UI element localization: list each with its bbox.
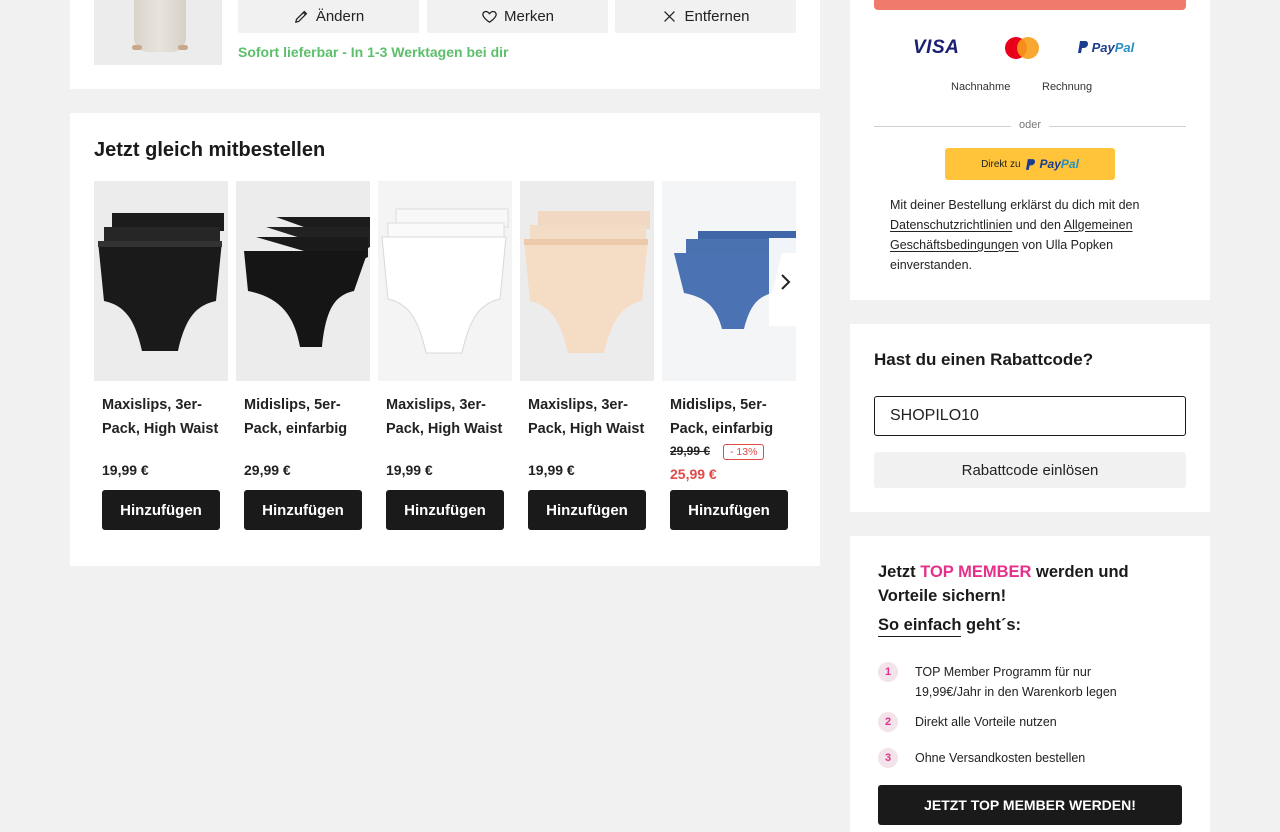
paypal-direct-pal: Pal: [1060, 157, 1079, 171]
carousel-next-button[interactable]: [769, 238, 801, 326]
member-title-highlight: TOP MEMBER: [920, 563, 1032, 581]
become-member-button[interactable]: JETZT TOP MEMBER WERDEN!: [878, 785, 1182, 825]
paypal-logo: PayPal: [1078, 40, 1134, 55]
paypal-icon: [1025, 158, 1035, 170]
legal-text-1: Mit deiner Bestellung erklärst du dich m…: [890, 198, 1140, 212]
recommendations-card: Jetzt gleich mitbestellen Maxislips, 3er…: [70, 113, 820, 566]
legal-text: Mit deiner Bestellung erklärst du dich m…: [890, 195, 1160, 275]
product-name: Maxislips, 3er-Pack, High Waist: [386, 397, 503, 437]
pencil-icon: [294, 10, 308, 24]
paypal-icon: [1078, 41, 1088, 53]
member-subtitle: So einfach geht´s:: [878, 616, 1022, 637]
product-price: 19,99 €: [528, 462, 575, 478]
add-to-cart-button[interactable]: Hinzufügen: [244, 490, 362, 530]
chevron-right-icon: [781, 274, 791, 290]
product-price: 19,99 €: [386, 462, 433, 478]
cart-item-card: Ändern Merken Entfernen Sofort lieferbar…: [70, 0, 820, 89]
paypal-direct-button[interactable]: Direkt zu PayPal: [945, 148, 1115, 180]
product-card: Maxislips, 3er-Pack, High Waist 19,99 € …: [378, 181, 512, 530]
remove-label: Entfernen: [684, 8, 750, 25]
checkout-button[interactable]: [874, 0, 1186, 10]
product-price: 19,99 €: [102, 462, 149, 478]
top-member-card: Jetzt TOP MEMBER werden und Vorteile sic…: [850, 536, 1210, 832]
paypal-pay: Pay: [1091, 40, 1115, 55]
add-to-cart-button[interactable]: Hinzufügen: [670, 490, 788, 530]
product-name: Maxislips, 3er-Pack, High Waist: [528, 397, 645, 437]
wishlist-label: Merken: [503, 8, 555, 25]
product-card: Maxislips, 3er-Pack, High Waist 19,99 € …: [520, 181, 654, 530]
coupon-title: Hast du einen Rabattcode?: [874, 350, 1094, 369]
add-to-cart-button[interactable]: Hinzufügen: [528, 490, 646, 530]
payment-logos: VISA PayPal: [874, 34, 1186, 64]
heart-icon: [482, 10, 497, 23]
member-subtitle-rest: geht´s:: [961, 616, 1022, 634]
availability-text: Sofort lieferbar - In 1-3 Werktagen bei …: [238, 44, 509, 60]
paypal-direct-pay: Pay: [1039, 157, 1061, 171]
step-text: Ohne Versandkosten bestellen: [915, 751, 1086, 765]
step-number: 2: [878, 712, 898, 732]
step-number: 3: [878, 748, 898, 768]
product-card: Maxislips, 3er-Pack, High Waist 19,99 € …: [94, 181, 228, 530]
privacy-link[interactable]: Datenschutzrichtlinien: [890, 218, 1012, 232]
step-number: 1: [878, 662, 898, 682]
product-name: Midislips, 5er-Pack, einfarbig: [244, 397, 348, 437]
member-subtitle-underlined: So einfach: [878, 616, 962, 637]
product-image[interactable]: [378, 181, 512, 381]
product-image[interactable]: [236, 181, 370, 381]
step-text: TOP Member Programm für nur 19,99€/Jahr …: [915, 665, 1117, 699]
product-price: 29,99 €: [244, 462, 291, 478]
redeem-coupon-button[interactable]: Rabattcode einlösen: [874, 452, 1186, 488]
paypal-direct-prefix: Direkt zu: [981, 158, 1021, 170]
product-image[interactable]: [94, 181, 228, 381]
mastercard-icon: [1005, 37, 1039, 59]
add-to-cart-button[interactable]: Hinzufügen: [102, 490, 220, 530]
discount-badge: - 13%: [723, 444, 765, 460]
product-sale-price: 25,99 €: [670, 466, 717, 482]
recommendations-title: Jetzt gleich mitbestellen: [94, 139, 326, 161]
wishlist-button[interactable]: Merken: [427, 0, 608, 33]
visa-logo: VISA: [913, 37, 960, 58]
invoice-label: Rechnung: [1042, 81, 1093, 93]
cod-label: Nachnahme: [951, 81, 1011, 93]
coupon-card: Hast du einen Rabattcode? Rabattcode ein…: [850, 324, 1210, 512]
close-icon: [664, 11, 676, 22]
edit-button[interactable]: Ändern: [238, 0, 419, 33]
product-image[interactable]: [520, 181, 654, 381]
product-card: Midislips, 5er-Pack, einfarbig 29,99 € H…: [236, 181, 370, 530]
cart-item-image[interactable]: [94, 0, 222, 65]
product-name: Maxislips, 3er-Pack, High Waist: [102, 397, 219, 437]
or-text: oder: [1011, 119, 1050, 131]
step-text: Direkt alle Vorteile nutzen: [915, 715, 1057, 729]
member-title: Jetzt TOP MEMBER werden und Vorteile sic…: [878, 560, 1188, 608]
paypal-pal: Pal: [1114, 40, 1135, 55]
coupon-input[interactable]: [874, 396, 1186, 436]
payment-card: VISA PayPal Nachnahme Rechnung oder Dire…: [850, 0, 1210, 300]
product-old-price: 29,99 €: [670, 444, 711, 458]
product-name: Midislips, 5er-Pack, einfarbig: [670, 397, 774, 437]
edit-label: Ändern: [315, 8, 365, 25]
legal-text-2: und den: [1012, 218, 1064, 232]
add-to-cart-button[interactable]: Hinzufügen: [386, 490, 504, 530]
member-title-pre: Jetzt: [878, 563, 921, 581]
remove-button[interactable]: Entfernen: [615, 0, 796, 33]
